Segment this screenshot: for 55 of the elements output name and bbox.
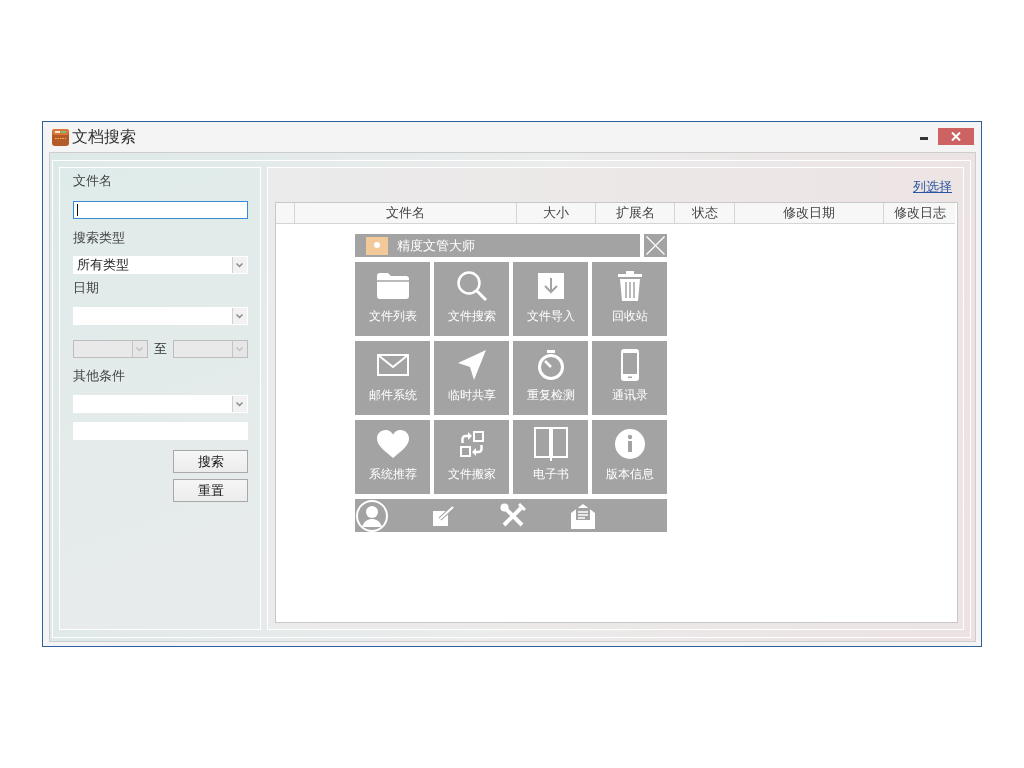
- close-icon: [951, 132, 961, 141]
- launcher-tile[interactable]: 通讯录: [592, 341, 667, 415]
- minimize-icon: [920, 137, 928, 140]
- reset-button[interactable]: 重置: [173, 479, 248, 502]
- field-label: 文件名: [73, 172, 112, 190]
- mail-icon[interactable]: [571, 502, 595, 529]
- launcher-tile[interactable]: 文件搬家: [434, 420, 509, 494]
- condition-input[interactable]: [73, 422, 248, 440]
- phone-icon: [620, 349, 639, 381]
- paper-plane-icon: [457, 350, 486, 380]
- column-header[interactable]: 修改日期: [735, 203, 884, 224]
- envelope-icon: [376, 354, 409, 376]
- range-separator: 至: [154, 340, 167, 358]
- launcher-tile[interactable]: 临时共享: [434, 341, 509, 415]
- launcher-tile[interactable]: 系统推荐: [355, 420, 430, 494]
- launcher-tile[interactable]: 邮件系统: [355, 341, 430, 415]
- launcher-tile[interactable]: 电子书: [513, 420, 588, 494]
- launcher-close-button[interactable]: [644, 234, 667, 257]
- search-icon: [456, 271, 487, 301]
- launcher-tile[interactable]: 文件搜索: [434, 262, 509, 336]
- field-label: 其他条件: [73, 367, 125, 385]
- search-button[interactable]: 搜索: [173, 450, 248, 473]
- column-header[interactable]: 状态: [675, 203, 735, 224]
- info-icon: [614, 429, 645, 459]
- trash-icon: [617, 271, 642, 301]
- field-label: 日期: [73, 279, 99, 297]
- column-header[interactable]: 修改日志: [884, 203, 955, 224]
- app-logo-icon: [366, 236, 388, 255]
- download-icon: [537, 273, 564, 299]
- edit-icon[interactable]: [433, 505, 455, 526]
- launcher-tile[interactable]: 文件导入: [513, 262, 588, 336]
- book-icon: [533, 427, 568, 461]
- type-dropdown[interactable]: 所有类型: [73, 256, 248, 274]
- heart-icon: [376, 430, 409, 458]
- stopwatch-icon: [536, 350, 565, 380]
- tools-icon[interactable]: [500, 502, 526, 529]
- app-icon: [52, 128, 69, 146]
- text-cursor-icon: [77, 204, 78, 216]
- window-title: 文档搜索: [72, 127, 136, 147]
- column-header[interactable]: 文件名: [295, 203, 517, 224]
- launcher-tile[interactable]: 文件列表: [355, 262, 430, 336]
- column-header[interactable]: 大小: [517, 203, 596, 224]
- launcher-tile[interactable]: 重复检测: [513, 341, 588, 415]
- column-chooser-link[interactable]: 列选择: [913, 179, 952, 195]
- swap-arrows-icon: [459, 431, 484, 457]
- close-button[interactable]: [938, 128, 974, 145]
- folder-icon: [376, 273, 409, 299]
- launcher-tile[interactable]: 回收站: [592, 262, 667, 336]
- user-icon[interactable]: [356, 499, 388, 532]
- column-header[interactable]: 扩展名: [596, 203, 675, 224]
- close-icon: [646, 236, 665, 255]
- launcher-title: 精度文管大师: [397, 237, 475, 254]
- launcher-tile[interactable]: 版本信息: [592, 420, 667, 494]
- field-label: 搜索类型: [73, 229, 125, 247]
- filename-input[interactable]: [73, 201, 248, 219]
